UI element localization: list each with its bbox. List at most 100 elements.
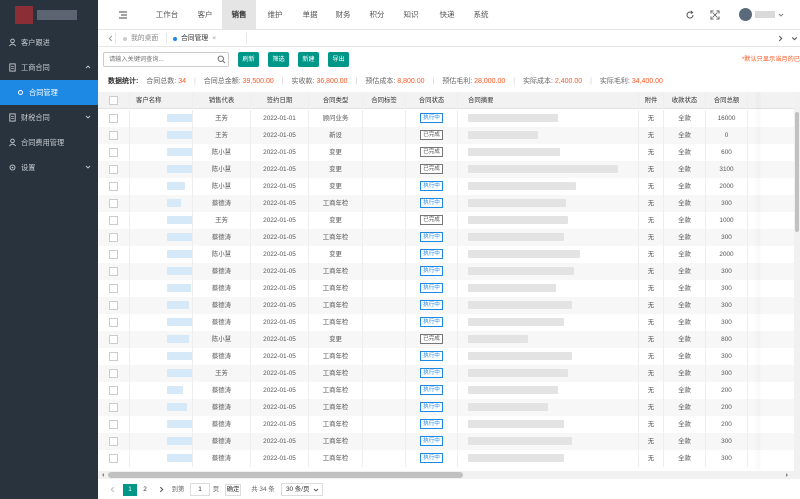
search-input[interactable] — [103, 52, 229, 67]
horizontal-scrollbar[interactable] — [98, 471, 800, 479]
page-1-button[interactable]: 1 — [123, 484, 137, 496]
customer-name-blurred[interactable] — [167, 148, 192, 157]
table-row[interactable]: 蔡德涛 2022-01-05 工商年检 执行中 无全款 300 — [98, 229, 800, 246]
nav-maintenance[interactable]: 维护 — [258, 0, 292, 30]
scrollbar-thumb[interactable] — [108, 472, 463, 478]
sidebar-item-customer-followup[interactable]: 客户跟进 — [0, 30, 98, 55]
row-checkbox[interactable] — [109, 368, 118, 378]
table-row[interactable]: 陈小慧 2022-01-05 变更 已完成 无全款 600 — [98, 144, 800, 161]
user-avatar[interactable] — [739, 8, 752, 21]
close-icon[interactable]: × — [212, 30, 216, 47]
customer-name-blurred[interactable] — [167, 318, 192, 327]
row-checkbox[interactable] — [109, 130, 118, 140]
customer-name-blurred[interactable] — [167, 420, 192, 429]
goto-page-input[interactable]: 1 — [190, 483, 210, 496]
table-row[interactable]: 蔡德涛 2022-01-05 工商年检 执行中 无全款 300 — [98, 450, 800, 467]
nav-workbench[interactable]: 工作台 — [150, 0, 184, 30]
user-name-blurred[interactable] — [755, 11, 775, 18]
row-checkbox[interactable] — [109, 215, 118, 225]
sidebar-item-business-contract[interactable]: 工商合同 — [0, 55, 98, 80]
customer-name-blurred[interactable] — [167, 454, 192, 463]
customer-name-blurred[interactable] — [167, 182, 185, 191]
page-2-button[interactable]: 2 — [139, 484, 151, 496]
chevron-left-icon[interactable] — [107, 35, 114, 42]
table-row[interactable]: 蔡德涛 2022-01-05 工商年检 执行中 无全款 300 — [98, 348, 800, 365]
table-row[interactable]: 王芳 2022-01-01 顾问业务 执行中 无全款 16000 — [98, 110, 800, 127]
header-contract-tag[interactable]: 合同标签 — [363, 92, 406, 109]
customer-name-blurred[interactable] — [167, 114, 192, 123]
row-checkbox[interactable] — [109, 419, 118, 429]
table-row[interactable]: 蔡德涛 2022-01-05 工商年检 执行中 无全款 300 — [98, 297, 800, 314]
filter-button[interactable]: 筛选 — [268, 52, 289, 67]
table-row[interactable]: 蔡德涛 2022-01-05 工商年检 执行中 无全款 200 — [98, 416, 800, 433]
export-button[interactable]: 导出 — [328, 52, 349, 67]
menu-toggle-icon[interactable] — [118, 10, 128, 20]
row-checkbox[interactable] — [109, 164, 118, 174]
customer-name-blurred[interactable] — [167, 267, 192, 276]
customer-name-blurred[interactable] — [167, 403, 187, 412]
customer-name-blurred[interactable] — [167, 165, 192, 174]
table-row[interactable]: 蔡德涛 2022-01-05 工商年检 执行中 无全款 300 — [98, 195, 800, 212]
customer-name-blurred[interactable] — [167, 199, 181, 208]
prev-page-icon[interactable] — [109, 486, 116, 493]
table-row[interactable]: 王芳 2022-01-05 变更 已完成 无全款 1000 — [98, 212, 800, 229]
sidebar-item-tax-contract[interactable]: 财税合同 — [0, 105, 98, 130]
customer-name-blurred[interactable] — [167, 352, 192, 361]
header-payment-status[interactable]: 收款状态 — [664, 92, 706, 109]
chevron-right-icon[interactable] — [777, 35, 784, 42]
table-row[interactable]: 陈小慧 2022-01-05 变更 执行中 无全款 2000 — [98, 246, 800, 263]
table-row[interactable]: 王芳 2022-01-05 工商年检 执行中 无全款 300 — [98, 365, 800, 382]
tab-contract-management[interactable]: 合同管理 × — [173, 30, 216, 47]
table-row[interactable]: 蔡德涛 2022-01-05 工商年检 执行中 无全款 300 — [98, 280, 800, 297]
row-checkbox[interactable] — [109, 249, 118, 259]
vertical-scrollbar[interactable] — [794, 92, 800, 471]
row-checkbox[interactable] — [109, 198, 118, 208]
nav-finance[interactable]: 财务 — [326, 0, 360, 30]
select-all-checkbox[interactable] — [109, 95, 118, 105]
table-row[interactable]: 陈小慧 2022-01-05 变更 已完成 无全款 800 — [98, 331, 800, 348]
customer-name-blurred[interactable] — [167, 301, 189, 310]
chevron-down-icon[interactable] — [778, 12, 784, 18]
nav-express[interactable]: 快递 — [430, 0, 464, 30]
table-row[interactable]: 蔡德涛 2022-01-05 工商年检 执行中 无全款 300 — [98, 433, 800, 450]
header-customer-name[interactable]: 客户名称 — [130, 92, 193, 109]
fullscreen-icon[interactable] — [710, 10, 720, 20]
header-contract-total[interactable]: 合同总额 — [706, 92, 748, 109]
nav-points[interactable]: 积分 — [360, 0, 394, 30]
customer-name-blurred[interactable] — [167, 369, 192, 378]
refresh-button[interactable]: 刷新 — [238, 52, 259, 67]
next-page-icon[interactable] — [158, 486, 165, 493]
search-icon[interactable] — [217, 55, 226, 64]
row-checkbox[interactable] — [109, 147, 118, 157]
customer-name-blurred[interactable] — [167, 131, 192, 140]
row-checkbox[interactable] — [109, 232, 118, 242]
table-row[interactable]: 蔡德涛 2022-01-05 工商年检 执行中 无全款 300 — [98, 263, 800, 280]
header-contract-type[interactable]: 合同类型 — [309, 92, 363, 109]
table-row[interactable]: 陈小慧 2022-01-05 变更 已完成 无全款 3100 — [98, 161, 800, 178]
customer-name-blurred[interactable] — [167, 335, 189, 344]
table-row[interactable]: 蔡德涛 2022-01-05 工商年检 执行中 无全款 300 — [98, 314, 800, 331]
nav-documents[interactable]: 单据 — [293, 0, 327, 30]
row-checkbox[interactable] — [109, 334, 118, 344]
nav-knowledge[interactable]: 知识 — [394, 0, 428, 30]
customer-name-blurred[interactable] — [167, 216, 192, 225]
sidebar-subitem-contract-management[interactable]: 合同管理 — [0, 80, 98, 105]
nav-sales[interactable]: 销售 — [222, 0, 256, 30]
customer-name-blurred[interactable] — [167, 386, 183, 395]
sidebar-item-settings[interactable]: 设置 — [0, 155, 98, 180]
header-contract-status[interactable]: 合同状态 — [406, 92, 458, 109]
chevron-down-icon[interactable] — [791, 35, 798, 42]
customer-name-blurred[interactable] — [167, 233, 192, 242]
scroll-left-icon[interactable] — [100, 472, 106, 478]
sidebar-item-contract-fee[interactable]: 合同费用管理 — [0, 130, 98, 155]
new-button[interactable]: 新建 — [298, 52, 319, 67]
nav-customer[interactable]: 客户 — [188, 0, 222, 30]
row-checkbox[interactable] — [109, 181, 118, 191]
scroll-right-icon[interactable] — [784, 472, 790, 478]
customer-name-blurred[interactable] — [167, 437, 192, 446]
scrollbar-thumb[interactable] — [795, 112, 799, 232]
customer-name-blurred[interactable] — [167, 284, 191, 293]
table-row[interactable]: 王芳 2022-01-05 新设 已完成 无全款 0 — [98, 127, 800, 144]
header-sales-rep[interactable]: 销售代表 — [193, 92, 251, 109]
header-attachment[interactable]: 附件 — [639, 92, 664, 109]
